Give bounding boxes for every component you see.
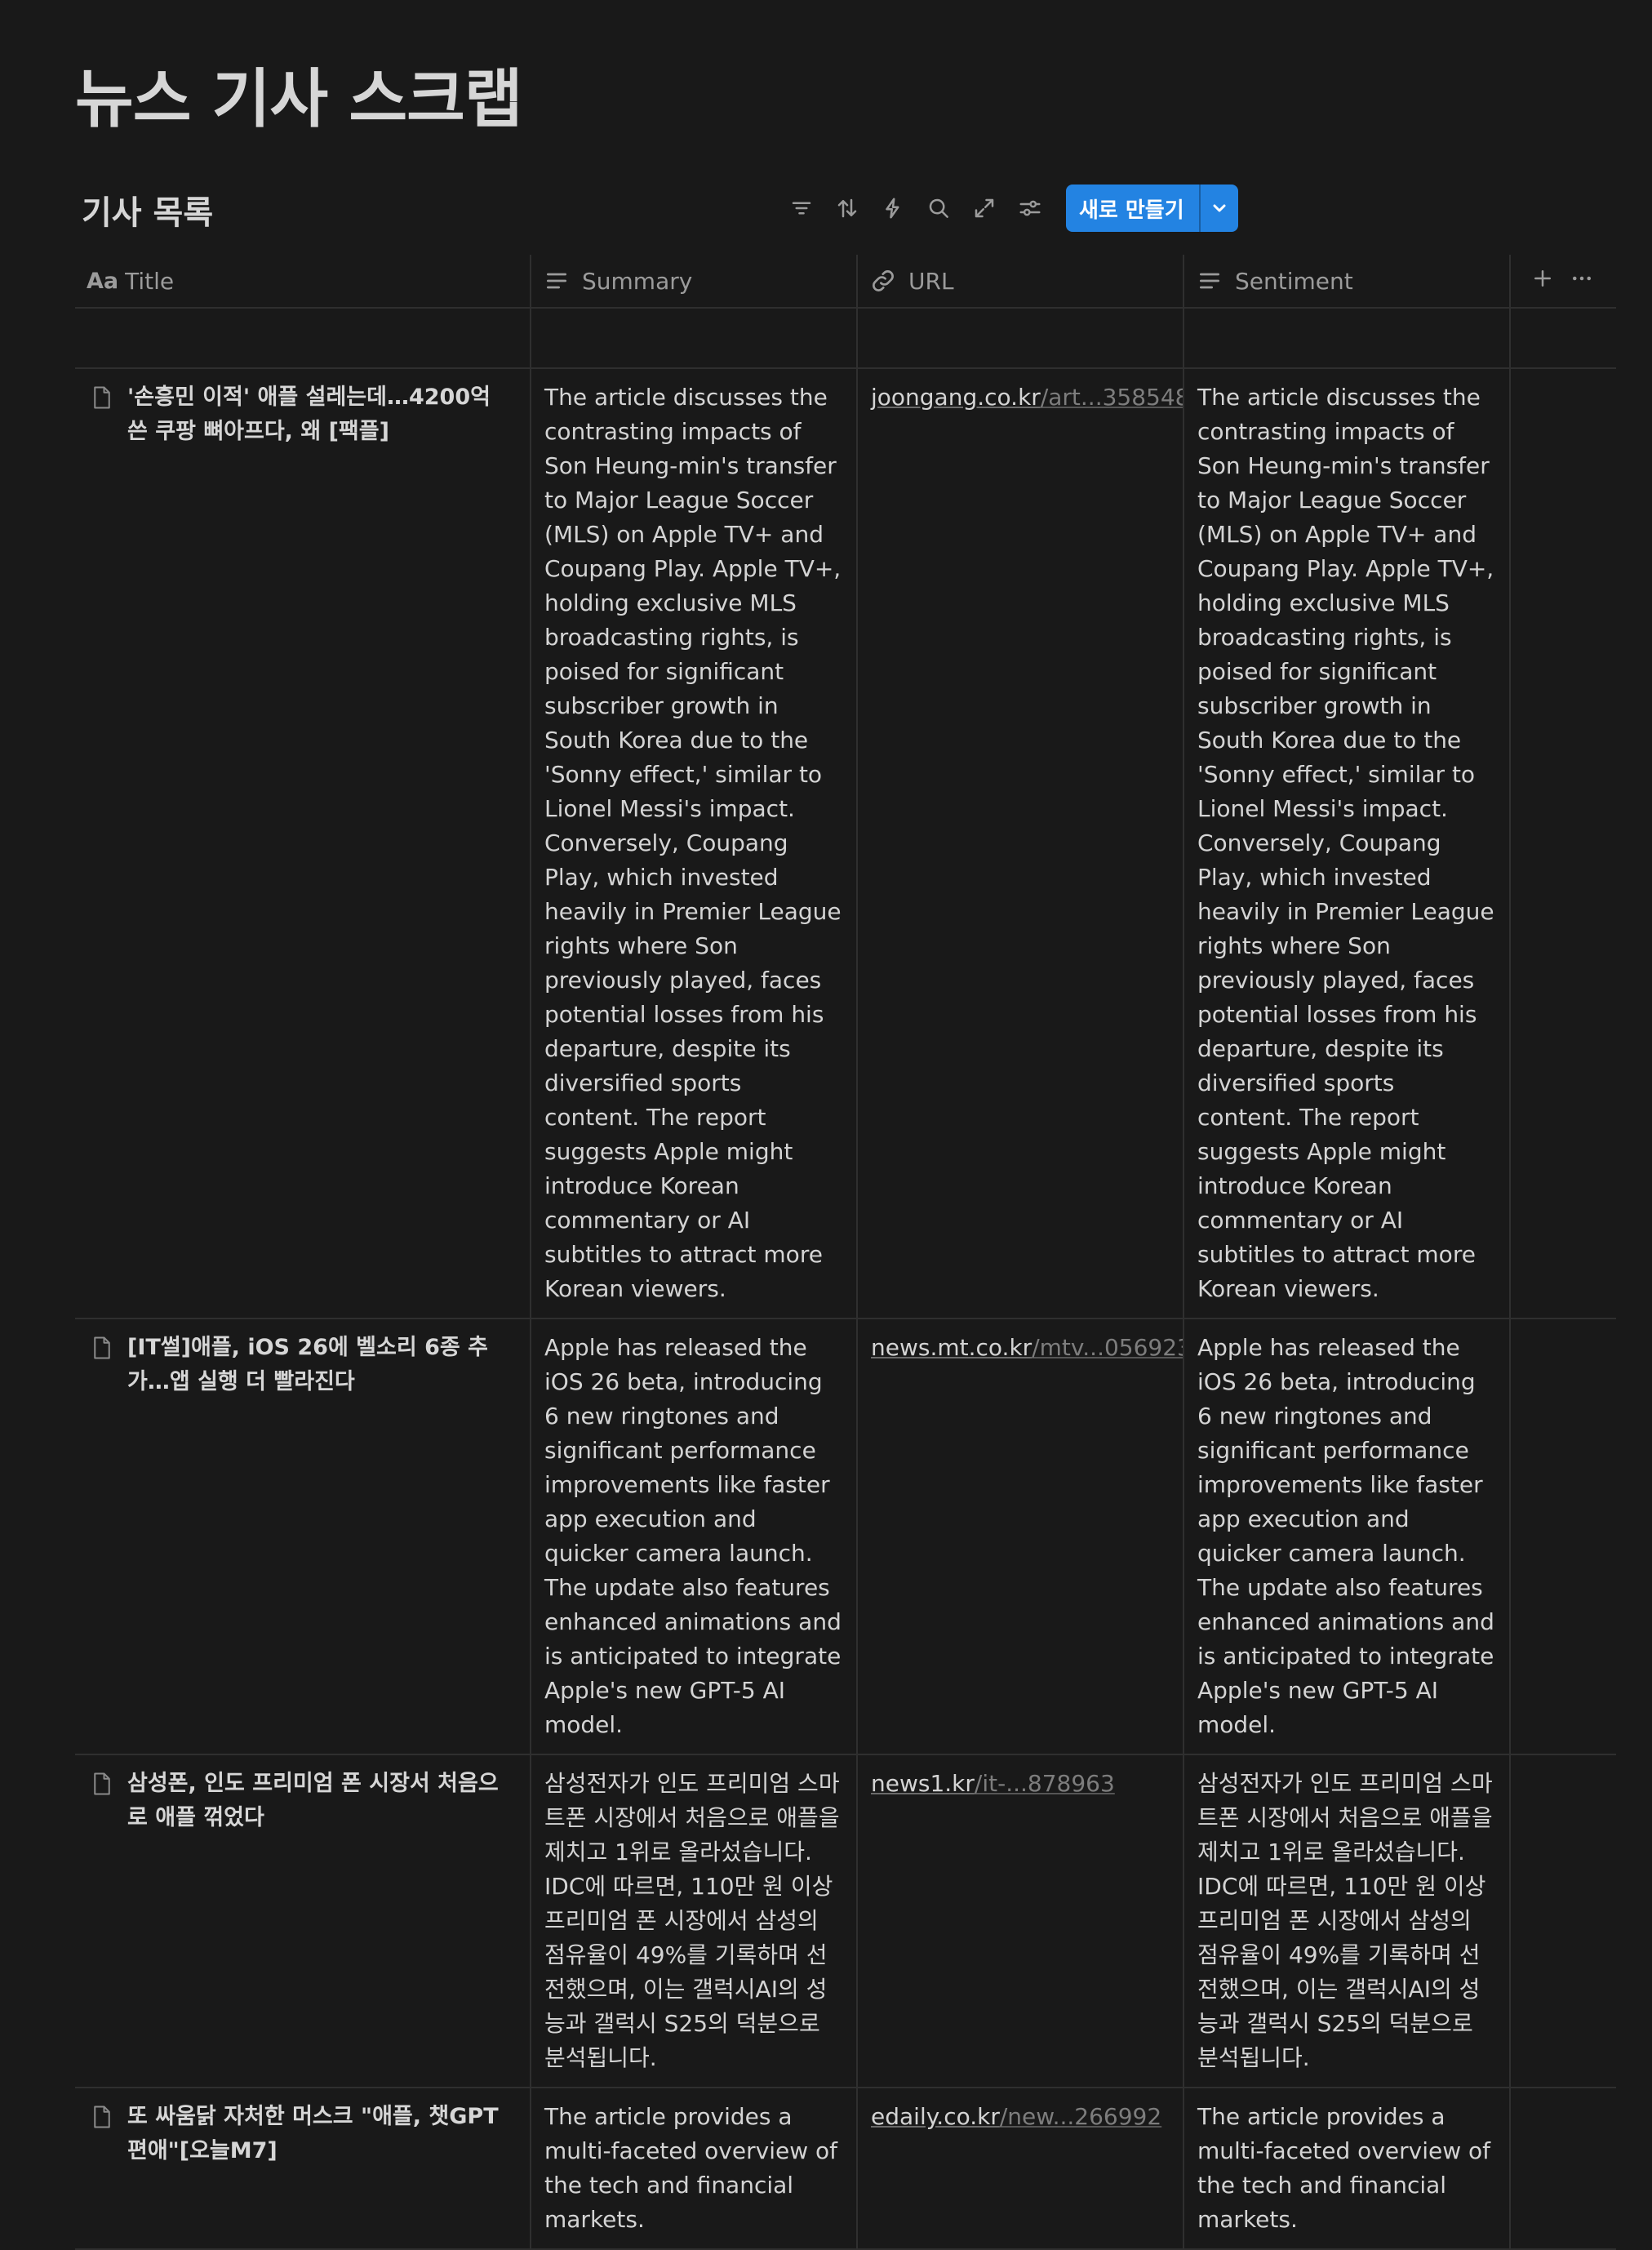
- url-cell[interactable]: news1.kr/it-...878963: [858, 1755, 1184, 2087]
- url-cell[interactable]: news.mt.co.kr/mtv...056923: [858, 1319, 1184, 1754]
- column-header-title[interactable]: Aa Title: [75, 255, 531, 307]
- text-lines-icon: [543, 267, 571, 295]
- filter-icon[interactable]: [779, 185, 824, 231]
- page-icon: [88, 380, 116, 415]
- summary-cell[interactable]: The article discusses the contrasting im…: [531, 369, 858, 1318]
- text-type-icon: Aa: [87, 268, 119, 294]
- url-domain[interactable]: edaily.co.kr: [871, 2103, 1000, 2130]
- sentiment-cell[interactable]: The article discusses the contrasting im…: [1184, 369, 1511, 1318]
- settings-sliders-icon[interactable]: [1007, 185, 1053, 231]
- column-actions: [1511, 255, 1616, 307]
- title-cell[interactable]: '손흥민 이적' 애플 설레는데…4200억 쓴 쿠팡 뼈아프다, 왜 [팩플]: [75, 369, 531, 1318]
- column-header-label: Summary: [582, 267, 693, 295]
- new-button-group: 새로 만들기: [1066, 185, 1238, 232]
- new-button[interactable]: 새로 만들기: [1066, 185, 1199, 232]
- page-icon: [88, 1331, 116, 1365]
- url-path[interactable]: /mtv...056923: [1032, 1334, 1183, 1361]
- plus-icon[interactable]: [1530, 266, 1555, 296]
- column-header-label: Title: [125, 267, 175, 295]
- sentiment-cell[interactable]: Apple has released the iOS 26 beta, intr…: [1184, 1319, 1511, 1754]
- title-text[interactable]: 삼성폰, 인도 프리미엄 폰 시장서 처음으로 애플 꺾었다: [127, 1767, 517, 1835]
- table-row-empty: [75, 309, 1616, 369]
- url-path[interactable]: /it-...878963: [975, 1770, 1115, 1797]
- url-domain[interactable]: news1.kr: [871, 1770, 975, 1797]
- url-domain[interactable]: joongang.co.kr: [871, 384, 1041, 411]
- url-path[interactable]: /art...358548: [1041, 384, 1183, 411]
- summary-cell[interactable]: Apple has released the iOS 26 beta, intr…: [531, 1319, 858, 1754]
- title-cell[interactable]: 삼성폰, 인도 프리미엄 폰 시장서 처음으로 애플 꺾었다: [75, 1755, 531, 2087]
- view-title[interactable]: 기사 목록: [82, 186, 213, 233]
- sentiment-cell[interactable]: The article provides a multi-faceted ove…: [1184, 2088, 1511, 2248]
- table-row[interactable]: 삼성폰, 인도 프리미엄 폰 시장서 처음으로 애플 꺾었다 삼성전자가 인도 …: [75, 1755, 1616, 2088]
- url-path[interactable]: /new...266992: [1000, 2103, 1161, 2130]
- url-domain[interactable]: news.mt.co.kr: [871, 1334, 1032, 1361]
- column-header-label: URL: [908, 267, 954, 295]
- table-row[interactable]: [IT썰]애플, iOS 26에 벨소리 6종 추가…앱 실행 더 빨라진다 A…: [75, 1319, 1616, 1755]
- title-cell[interactable]: 또 싸움닭 자처한 머스크 "애플, 챗GPT 편애"[오늘M7]: [75, 2088, 531, 2248]
- summary-cell[interactable]: 삼성전자가 인도 프리미엄 스마트폰 시장에서 처음으로 애플을 제치고 1위로…: [531, 1755, 858, 2087]
- title-text[interactable]: '손흥민 이적' 애플 설레는데…4200억 쓴 쿠팡 뼈아프다, 왜 [팩플]: [127, 380, 517, 449]
- search-icon[interactable]: [916, 185, 961, 231]
- table-row[interactable]: '손흥민 이적' 애플 설레는데…4200억 쓴 쿠팡 뼈아프다, 왜 [팩플]…: [75, 369, 1616, 1319]
- column-header-sentiment[interactable]: Sentiment: [1184, 255, 1511, 307]
- table-header: Aa Title Summary URL Sentiment: [75, 255, 1616, 309]
- more-icon[interactable]: [1570, 266, 1594, 296]
- title-text[interactable]: 또 싸움닭 자처한 머스크 "애플, 챗GPT 편애"[오늘M7]: [127, 2100, 517, 2168]
- title-cell[interactable]: [IT썰]애플, iOS 26에 벨소리 6종 추가…앱 실행 더 빨라진다: [75, 1319, 531, 1754]
- text-lines-icon: [1196, 267, 1223, 295]
- column-header-summary[interactable]: Summary: [531, 255, 858, 307]
- lightning-icon[interactable]: [870, 185, 916, 231]
- page-icon: [88, 1767, 116, 1801]
- summary-cell[interactable]: The article provides a multi-faceted ove…: [531, 2088, 858, 2248]
- link-icon: [869, 267, 897, 295]
- sentiment-cell[interactable]: 삼성전자가 인도 프리미엄 스마트폰 시장에서 처음으로 애플을 제치고 1위로…: [1184, 1755, 1511, 2087]
- chevron-down-icon[interactable]: [1201, 185, 1238, 232]
- column-header-url[interactable]: URL: [858, 255, 1184, 307]
- expand-icon[interactable]: [961, 185, 1007, 231]
- database-table: Aa Title Summary URL Sentiment '손흥민 이적' …: [75, 255, 1616, 2250]
- page-icon: [88, 2100, 116, 2134]
- page-title: 뉴스 기사 스크랩: [75, 63, 523, 136]
- title-text[interactable]: [IT썰]애플, iOS 26에 벨소리 6종 추가…앱 실행 더 빨라진다: [127, 1331, 517, 1399]
- view-toolbar: 새로 만들기: [779, 185, 1238, 232]
- url-cell[interactable]: joongang.co.kr/art...358548: [858, 369, 1184, 1318]
- column-header-label: Sentiment: [1235, 267, 1353, 295]
- sort-icon[interactable]: [824, 185, 870, 231]
- url-cell[interactable]: edaily.co.kr/new...266992: [858, 2088, 1184, 2248]
- table-row[interactable]: 또 싸움닭 자처한 머스크 "애플, 챗GPT 편애"[오늘M7] The ar…: [75, 2088, 1616, 2250]
